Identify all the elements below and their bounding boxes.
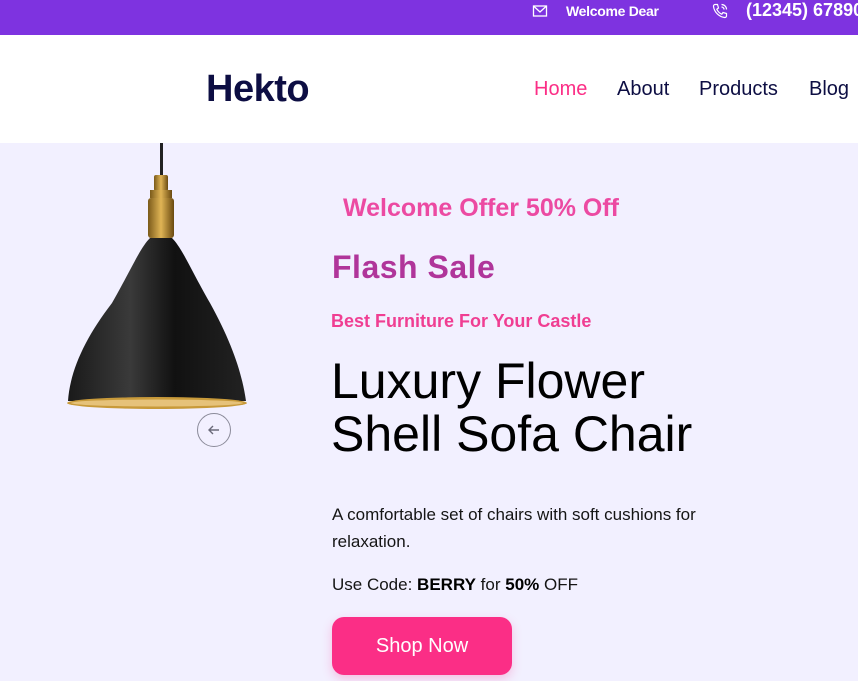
arrow-left-icon (208, 425, 219, 435)
pendant-lamp-image (67, 143, 247, 409)
phone-icon (712, 3, 728, 19)
code-suffix: OFF (539, 575, 578, 594)
carousel-prev-button[interactable] (197, 413, 231, 447)
title-line-1: Luxury Flower (331, 353, 645, 409)
promo-code: BERRY (417, 575, 476, 594)
shop-now-button[interactable]: Shop Now (332, 617, 512, 675)
welcome-offer: Welcome Offer 50% Off (343, 194, 620, 222)
code-prefix: Use Code: (332, 575, 418, 594)
code-mid: for (475, 575, 506, 594)
product-title: Luxury Flower Shell Sofa Chair (331, 355, 791, 461)
flash-sale-heading: Flash Sale (332, 249, 496, 285)
tagline: Best Furniture For Your Castle (331, 311, 592, 331)
top-bar: Welcome Dear (12345) 67890 (0, 0, 858, 35)
product-description: A comfortable set of chairs with soft cu… (332, 505, 696, 551)
title-line-2: Shell Sofa Chair (331, 406, 693, 462)
hero-banner: Welcome Offer 50% Off Flash Sale Best Fu… (0, 143, 858, 681)
logo[interactable]: Hekto (206, 68, 310, 111)
nav-products[interactable]: Products (699, 78, 778, 101)
nav-home[interactable]: Home (534, 78, 587, 101)
nav-about[interactable]: About (617, 78, 669, 101)
main-header: Hekto Home About Products Blog (0, 35, 858, 143)
promo-code-line: Use Code: BERRY for 50% OFF (332, 575, 578, 595)
discount-value: 50% (505, 575, 540, 594)
mail-icon (532, 5, 548, 17)
welcome-text: Welcome Dear (566, 3, 659, 19)
phone-number[interactable]: (12345) 67890 (746, 0, 858, 21)
nav-blog[interactable]: Blog (809, 78, 849, 101)
